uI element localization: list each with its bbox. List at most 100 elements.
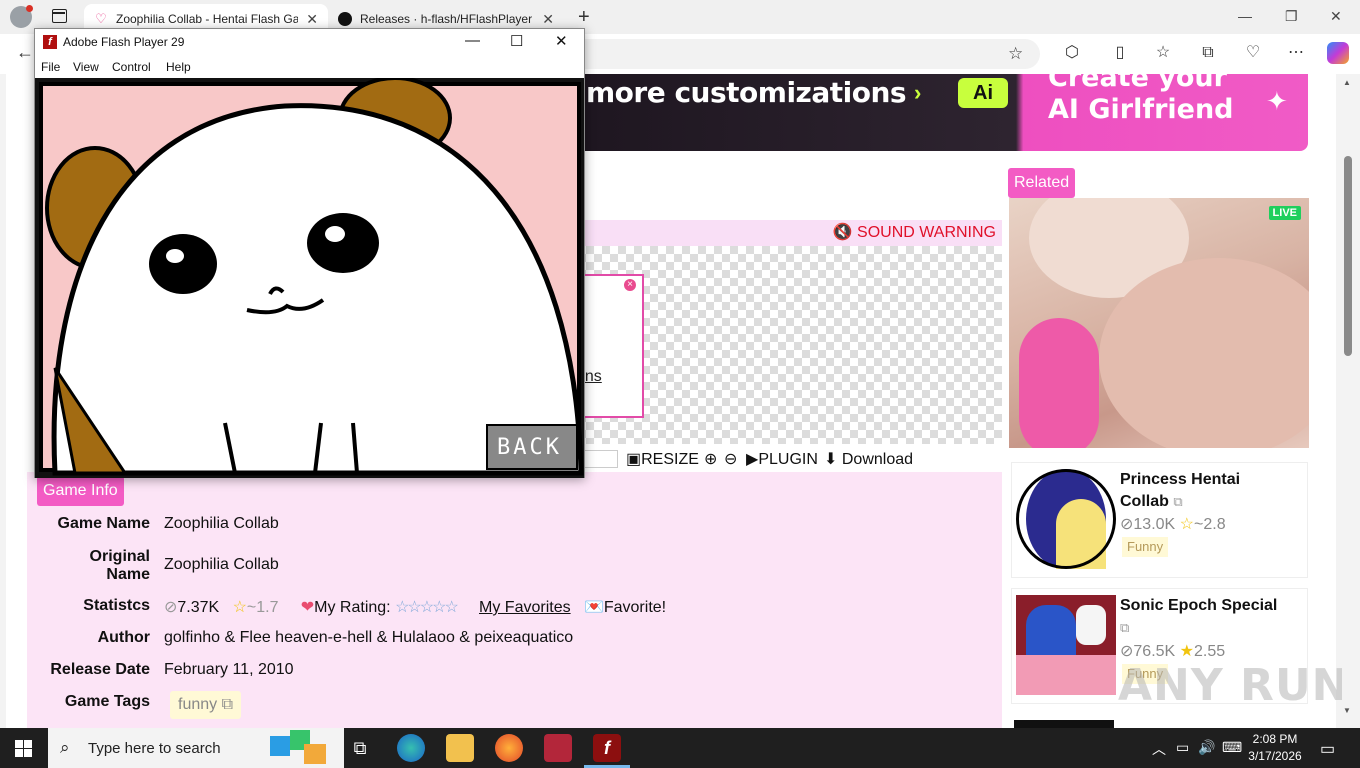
menu-view[interactable]: View [73, 60, 99, 74]
back-button[interactable]: BACK [497, 435, 562, 460]
winrar-icon[interactable] [544, 734, 572, 762]
flash-minimize-icon[interactable]: — [465, 32, 480, 49]
puzzle-icon [270, 730, 336, 764]
rating-value: ~1.7 [246, 599, 279, 616]
volume-icon[interactable]: 🔊 [1198, 739, 1215, 756]
author-label: Author [97, 629, 150, 646]
card-tag[interactable]: Funny [1122, 537, 1169, 557]
flash-maximize-icon[interactable]: ☐ [510, 32, 523, 50]
rating-star-icon: ★ [1179, 643, 1195, 660]
menu-file[interactable]: File [41, 60, 60, 74]
download-label: Download [841, 451, 914, 468]
page-scrollbar[interactable]: ▲ ▼ [1342, 74, 1354, 728]
resize-button[interactable]: ▣RESIZE [626, 449, 699, 469]
collections-icon[interactable]: ⧉ [1198, 43, 1218, 63]
original-name-value: Zoophilia Collab [164, 556, 279, 573]
split-screen-icon[interactable]: ▯ [1110, 43, 1130, 63]
flash-logo-icon: f [43, 35, 57, 49]
banner-headline: more customizations [586, 76, 907, 109]
rating-star-icon: ☆ [232, 599, 247, 616]
plugin-button[interactable]: ▶PLUGIN [746, 449, 818, 469]
copilot-icon[interactable] [1327, 42, 1349, 64]
related-tab[interactable]: Related [1008, 168, 1076, 198]
notifications-icon[interactable]: ▭ [1320, 739, 1335, 759]
magic-wand-icon: ✦ [1266, 86, 1288, 116]
heart-favicon-icon: ♡ [95, 11, 107, 26]
network-icon[interactable]: ▭ [1176, 739, 1189, 756]
card-views: 76.5K [1133, 643, 1176, 660]
anyrun-watermark: ANY RUN [1118, 660, 1350, 711]
tray-chevron-icon[interactable]: ︿ [1152, 739, 1166, 759]
plugin-icon: ▶ [746, 451, 759, 468]
taskbar-search[interactable]: ⌕ Type here to search [48, 728, 344, 768]
rating-stars-input[interactable]: ☆☆☆☆☆ [395, 599, 459, 616]
close-tab-icon[interactable]: ✕ [306, 11, 318, 28]
windows-taskbar: ⌕ Type here to search ⧉ f ︿ ▭ 🔊 ⌨ 2:08 P… [0, 728, 1360, 768]
resize-label: RESIZE [641, 451, 699, 468]
author-value: golfinho & Flee heaven-e-hell & Hulalaoo… [164, 629, 574, 646]
original-name-label-line2: Name [106, 566, 150, 583]
menu-control[interactable]: Control [112, 60, 151, 74]
clock-time: 2:08 PM [1252, 732, 1298, 746]
download-button[interactable]: ⬇ Download [824, 449, 913, 469]
scroll-up-icon[interactable]: ▲ [1343, 78, 1351, 87]
flash-window-title: Adobe Flash Player 29 [63, 35, 185, 49]
scroll-down-icon[interactable]: ▼ [1343, 706, 1351, 715]
favorites-icon[interactable]: ☆ [1153, 43, 1173, 63]
views-icon: ⊘ [1120, 516, 1134, 533]
external-link-icon: ⧉ [1120, 620, 1130, 635]
tag-funny[interactable]: funny ⧉ [170, 691, 242, 719]
zoom-in-icon[interactable]: ⊕ [704, 449, 717, 469]
my-favorites-link[interactable]: My Favorites [479, 599, 571, 616]
browser-essentials-icon[interactable]: ♡ [1243, 43, 1263, 63]
release-date-label: Release Date [50, 661, 150, 678]
flash-menubar: File View Control Help [35, 56, 584, 78]
menu-help[interactable]: Help [166, 60, 191, 74]
live-cam-ad[interactable]: LIVE [1009, 198, 1309, 448]
card-stats: ⊘13.0K ☆~2.8 [1120, 514, 1226, 534]
firefox-icon[interactable] [495, 734, 523, 762]
flash-player-taskbar-icon[interactable]: f [593, 734, 621, 762]
edge-icon[interactable] [397, 734, 425, 762]
card-title-text: Sonic Epoch Special [1120, 597, 1278, 614]
game-info-tab[interactable]: Game Info [37, 476, 124, 506]
card-thumbnail [1014, 720, 1114, 728]
live-badge: LIVE [1268, 206, 1301, 220]
file-explorer-icon[interactable] [446, 734, 474, 762]
restore-icon[interactable]: ❐ [1285, 8, 1298, 25]
tab-actions-icon[interactable] [52, 9, 67, 23]
views-icon: ⊘ [164, 599, 178, 616]
zoom-out-icon[interactable]: ⊖ [724, 449, 737, 469]
favorite-star-icon[interactable]: ☆ [1008, 44, 1023, 64]
card-rating: ~2.8 [1194, 516, 1226, 533]
external-link-icon: ⧉ [1173, 494, 1183, 509]
flash-close-icon[interactable]: ✕ [555, 32, 568, 50]
banner-cta: Create your AI Girlfriend [1048, 74, 1234, 126]
favorite-button[interactable]: Favorite! [604, 599, 666, 616]
search-icon: ⌕ [60, 738, 70, 757]
windows-start-icon[interactable] [15, 740, 32, 757]
taskbar-clock[interactable]: 2:08 PM 3/17/2026 [1240, 731, 1310, 765]
statistics-row: ⊘7.37K ☆~1.7 ❤My Rating: ☆☆☆☆☆ My Favori… [164, 597, 666, 617]
task-view-icon[interactable]: ⧉ [346, 734, 374, 762]
clock-date: 3/17/2026 [1248, 749, 1302, 763]
close-tab-icon[interactable]: ✕ [542, 11, 554, 28]
extensions-icon[interactable]: ⬡ [1062, 43, 1082, 63]
more-menu-icon[interactable]: ⋯ [1286, 43, 1306, 63]
banner-arrow-icon: › [914, 80, 922, 105]
banner-cta-line1: Create your [1048, 74, 1227, 93]
back-arrow-icon[interactable]: ← [16, 42, 34, 63]
release-date-value: February 11, 2010 [164, 661, 294, 678]
flash-titlebar[interactable]: f Adobe Flash Player 29 — ☐ ✕ [35, 29, 584, 56]
scroll-thumb[interactable] [1344, 156, 1352, 356]
related-card[interactable]: Princess Hentai Collab ⧉ ⊘13.0K ☆~2.8 Fu… [1011, 462, 1308, 578]
close-window-icon[interactable]: ✕ [1330, 8, 1342, 25]
address-bar[interactable] [585, 39, 1040, 69]
ad-banner[interactable]: more customizations › Ai Create your AI … [578, 74, 1308, 151]
views-icon: ⊘ [1120, 643, 1134, 660]
minimize-icon[interactable]: — [1238, 8, 1252, 24]
profile-avatar-icon[interactable] [10, 5, 33, 28]
popup-close-icon[interactable]: × [624, 279, 636, 291]
flash-stage[interactable]: BACK [35, 78, 584, 478]
new-tab-icon[interactable]: + [578, 6, 590, 29]
